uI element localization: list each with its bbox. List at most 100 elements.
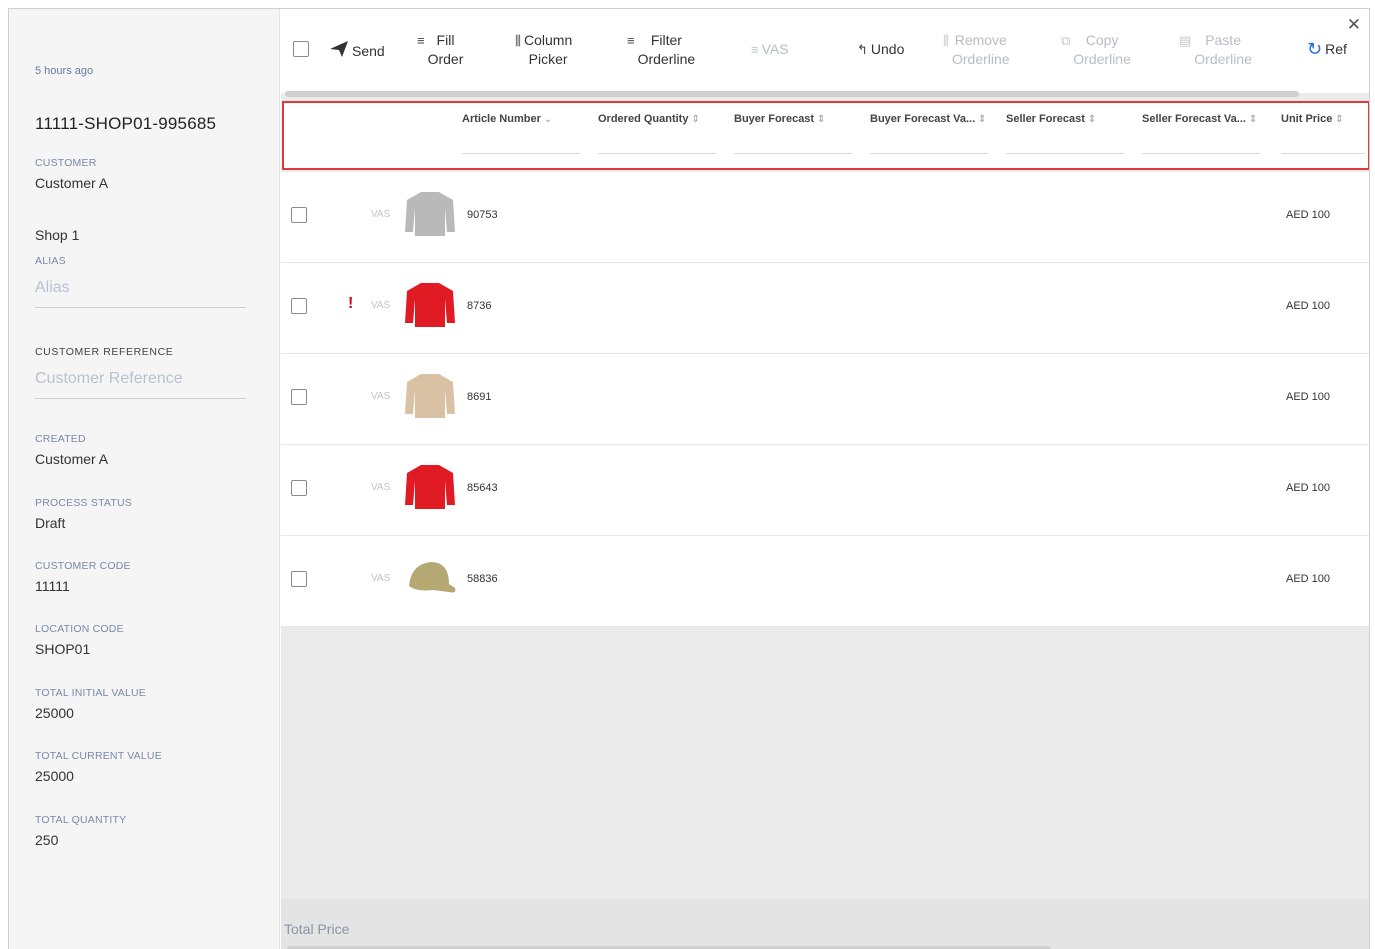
seller-forecast-filter[interactable] — [1006, 153, 1124, 154]
location-code-label: LOCATION CODE — [35, 623, 124, 635]
product-thumbnail — [405, 192, 455, 236]
row-checkbox[interactable] — [291, 207, 307, 223]
total-quantity-label: TOTAL QUANTITY — [35, 814, 127, 826]
filter-list-icon: ≡ — [627, 33, 635, 48]
created-field: CREATED Customer A — [35, 433, 246, 467]
cap-shape — [409, 562, 456, 593]
customer-label: CUSTOMER — [35, 157, 97, 169]
column-buyer-forecast-value[interactable]: Buyer Forecast Va... ⇕ — [870, 113, 987, 125]
customer-reference-field: CUSTOMER REFERENCE — [35, 346, 246, 399]
vas-tag[interactable]: VAS — [371, 391, 390, 402]
column-picker-label: Column Picker — [523, 32, 573, 67]
table-row[interactable]: VAS 85643 AED 100 — [281, 445, 1369, 536]
sort-icon: ⇕ — [817, 114, 826, 125]
buyer-forecast-value-filter[interactable] — [870, 153, 988, 154]
customer-field: CUSTOMER Customer A — [35, 157, 246, 191]
column-header-row: Article Number ⌄ Ordered Quantity ⇕ Buyer … — [282, 101, 1369, 170]
total-current-value: 25000 — [35, 768, 74, 784]
column-seller-forecast-value[interactable]: Seller Forecast Va... ⇕ — [1142, 113, 1257, 125]
sort-icon: ⇕ — [1087, 114, 1097, 125]
horizontal-scrollbar[interactable] — [285, 91, 1299, 97]
table-row[interactable]: VAS 58836 AED 100 — [281, 536, 1369, 627]
unit-price-cell: AED 100 — [1286, 391, 1331, 403]
article-number-cell: 8691 — [467, 391, 492, 403]
garment-shape — [405, 192, 455, 236]
close-icon[interactable]: ✕ — [1347, 15, 1361, 35]
vas-tag[interactable]: VAS — [371, 300, 390, 311]
table-row[interactable]: VAS 8691 AED 100 — [281, 354, 1369, 445]
process-status-value: Draft — [35, 515, 66, 531]
copy-icon: ⧉ — [1061, 33, 1071, 48]
unit-price-cell: AED 100 — [1286, 300, 1331, 312]
customer-code-value: 11111 — [35, 578, 70, 594]
column-label: Buyer Forecast — [734, 113, 815, 125]
product-thumbnail — [405, 283, 455, 327]
filter-orderline-button[interactable]: ≡ Filter Orderline — [627, 31, 695, 69]
orderline-table: VAS 90753 AED 100 ! VAS 8736 AED 100 VAS… — [281, 172, 1369, 627]
column-unit-price[interactable]: Unit Price ⇕ — [1281, 113, 1344, 125]
article-number-cell: 90753 — [467, 209, 498, 221]
warning-indicator: ! — [348, 295, 354, 312]
vas-tag[interactable]: VAS — [371, 573, 390, 584]
column-label: Article Number — [462, 113, 541, 125]
total-initial-value-field: TOTAL INITIAL VALUE 25000 — [35, 687, 246, 721]
refresh-button[interactable]: ↻ Ref — [1307, 40, 1347, 59]
paste-orderline-button[interactable]: ▤ Paste Orderline — [1179, 31, 1252, 69]
sort-icon: ⌄ — [543, 114, 553, 125]
article-number-cell: 8736 — [467, 300, 492, 312]
total-current-value-field: TOTAL CURRENT VALUE 25000 — [35, 750, 246, 784]
remove-orderline-button[interactable]: ⫼ Remove Orderline — [943, 31, 1010, 69]
table-row[interactable]: ! VAS 8736 AED 100 — [281, 263, 1369, 354]
refresh-label: Ref — [1325, 41, 1347, 57]
column-label: Seller Forecast Va... — [1142, 113, 1246, 125]
seller-forecast-value-filter[interactable] — [1142, 153, 1260, 154]
column-picker-button[interactable]: ⫼ Column Picker — [515, 31, 572, 69]
copy-orderline-button[interactable]: ⧉ Copy Orderline — [1061, 31, 1131, 69]
product-thumbnail — [405, 374, 455, 418]
unit-price-filter[interactable] — [1281, 153, 1365, 154]
unit-price-cell: AED 100 — [1286, 482, 1331, 494]
fill-order-button[interactable]: ≡ Fill Order — [417, 31, 463, 69]
product-thumbnail — [409, 562, 456, 593]
row-checkbox[interactable] — [291, 298, 307, 314]
paste-orderline-label: Paste Orderline — [1194, 32, 1252, 67]
total-current-value-label: TOTAL CURRENT VALUE — [35, 750, 162, 762]
shop-value: Shop 1 — [35, 227, 80, 243]
columns-icon: ⫼ — [515, 33, 521, 48]
customer-code-label: CUSTOMER CODE — [35, 560, 131, 572]
created-value: Customer A — [35, 451, 109, 467]
ordered-quantity-filter[interactable] — [598, 153, 716, 154]
garment-shape — [405, 465, 455, 509]
location-code-field: LOCATION CODE SHOP01 — [35, 623, 246, 657]
refresh-icon: ↻ — [1307, 39, 1323, 59]
article-number-cell: 85643 — [467, 482, 498, 494]
created-label: CREATED — [35, 433, 86, 445]
customer-value: Customer A — [35, 175, 109, 191]
send-button[interactable]: Send — [329, 40, 385, 63]
alias-input[interactable] — [35, 273, 246, 308]
row-checkbox[interactable] — [291, 571, 307, 587]
row-checkbox[interactable] — [291, 389, 307, 405]
select-all-checkbox[interactable] — [293, 41, 309, 57]
column-article-number[interactable]: Article Number ⌄ — [462, 113, 552, 125]
order-sidebar: 5 hours ago 11111-SHOP01-995685 CUSTOMER… — [9, 9, 280, 949]
remove-orderline-label: Remove Orderline — [951, 32, 1010, 67]
vas-tag[interactable]: VAS — [371, 482, 390, 493]
column-ordered-quantity[interactable]: Ordered Quantity ⇕ — [598, 113, 700, 125]
column-buyer-forecast[interactable]: Buyer Forecast ⇕ — [734, 113, 825, 125]
customer-reference-input[interactable] — [35, 364, 246, 399]
copy-orderline-label: Copy Orderline — [1073, 32, 1131, 67]
table-row[interactable]: VAS 90753 AED 100 — [281, 172, 1369, 263]
list-add-icon: ≡ — [751, 42, 759, 57]
vas-button[interactable]: ≡ VAS — [751, 40, 789, 59]
send-label: Send — [352, 43, 385, 59]
row-checkbox[interactable] — [291, 480, 307, 496]
undo-button[interactable]: ↰ Undo — [857, 40, 904, 59]
column-seller-forecast[interactable]: Seller Forecast ⇕ — [1006, 113, 1096, 125]
buyer-forecast-filter[interactable] — [734, 153, 852, 154]
article-number-filter[interactable] — [462, 153, 580, 154]
unit-price-cell: AED 100 — [1286, 573, 1331, 585]
unit-price-cell: AED 100 — [1286, 209, 1331, 221]
vas-tag[interactable]: VAS — [371, 209, 390, 220]
order-detail-window: 5 hours ago 11111-SHOP01-995685 CUSTOMER… — [8, 8, 1370, 949]
